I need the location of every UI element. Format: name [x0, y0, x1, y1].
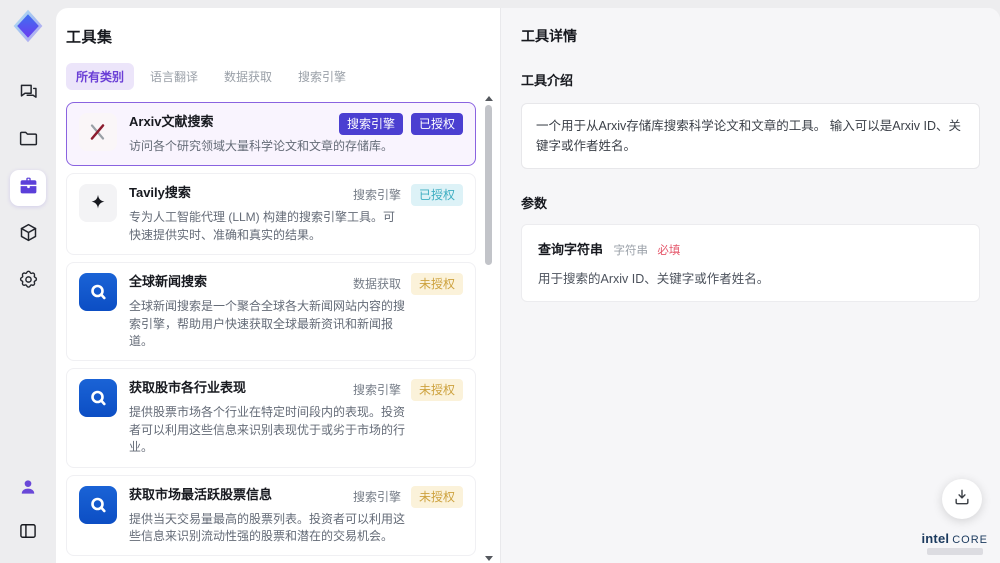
- blue-search-icon: [79, 485, 117, 524]
- intel-watermark: [926, 548, 983, 555]
- tool-title: 获取股市各行业表现: [129, 380, 247, 396]
- folder-icon: [18, 128, 39, 154]
- sidebar-item-chat[interactable]: [10, 76, 46, 112]
- tool-category-badge: 搜索引擎: [352, 383, 401, 398]
- core-brand-text: CORE: [952, 534, 988, 546]
- tool-detail-pane: 工具详情 工具介绍 一个用于从Arxiv存储库搜索科学论文和文章的工具。 输入可…: [500, 8, 1000, 563]
- tool-status-badge: 未授权: [410, 485, 463, 508]
- tool-badges: 搜索引擎 未授权: [352, 379, 463, 402]
- detail-title: 工具详情: [521, 28, 577, 44]
- rail-nav: [10, 76, 46, 300]
- tool-card-head: 全球新闻搜索 数据获取 未授权: [129, 273, 463, 296]
- tool-card-head: Arxiv文献搜索 搜索引擎 已授权: [129, 113, 463, 135]
- tool-badges: 搜索引擎 已授权: [338, 113, 463, 135]
- tool-category-badge: 数据获取: [352, 277, 401, 292]
- tool-list-pane: 工具集 所有类别 语言翻译 数据获取 搜索引擎 Arxiv文献搜索 搜索引擎 已授权 …: [56, 8, 500, 563]
- app-logo-icon: [10, 8, 46, 44]
- blue-search-icon: [79, 273, 117, 312]
- tool-badges: 数据获取 未授权: [352, 273, 463, 296]
- sidebar-item-cube[interactable]: [10, 217, 46, 253]
- page-title: 工具集: [66, 29, 113, 46]
- tool-description: 全球新闻搜索是一个聚合全球各大新闻网站内容的搜索引擎，帮助用户快速获取全球最新资…: [129, 299, 406, 348]
- briefcase-icon: [18, 175, 39, 201]
- cube-icon: [18, 222, 39, 248]
- tool-card-body: 全球新闻搜索 数据获取 未授权 全球新闻搜索是一个聚合全球各大新闻网站内容的搜索…: [129, 273, 463, 350]
- sidebar-item-gear[interactable]: [10, 264, 46, 300]
- tool-card[interactable]: Tavily搜索 搜索引擎 已授权 专为人工智能代理 (LLM) 构建的搜索引擎…: [66, 173, 476, 256]
- tool-intro-text: 一个用于从Arxiv存储库搜索科学论文和文章的工具。 输入可以是Arxiv ID…: [521, 103, 980, 169]
- rail-bottom: [10, 471, 46, 551]
- params-heading: 参数: [521, 196, 548, 211]
- parameter-head: 查询字符串 字符串 必填: [538, 239, 963, 259]
- tool-status-badge: 未授权: [410, 379, 463, 402]
- tool-card[interactable]: 获取市场最活跃股票信息 搜索引擎 未授权 提供当天交易量最高的股票列表。投资者可…: [66, 474, 476, 557]
- tool-card-body: Tavily搜索 搜索引擎 已授权 专为人工智能代理 (LLM) 构建的搜索引擎…: [129, 184, 463, 244]
- tool-description: 提供当天交易量最高的股票列表。投资者可以利用这些信息来识别流动性强的股票和潜在的…: [129, 511, 406, 543]
- tool-description: 提供股票市场各个行业在特定时间段内的表现。投资者可以利用这些信息来识别表现优于或…: [129, 405, 406, 455]
- tool-status-badge: 已授权: [410, 113, 463, 135]
- scrollbar-thumb[interactable]: [485, 105, 492, 265]
- parameter-card: 查询字符串 字符串 必填 用于搜索的Arxiv ID、关键字或作者姓名。: [521, 224, 980, 302]
- panel-icon: [18, 521, 38, 546]
- blue-search-icon: [79, 379, 117, 418]
- tab-data[interactable]: 数据获取: [214, 63, 282, 90]
- tool-list: Arxiv文献搜索 搜索引擎 已授权 访问各个研究领域大量科学论文和文章的存储库…: [66, 102, 476, 563]
- download-icon: [952, 487, 972, 512]
- tool-card-head: Tavily搜索 搜索引擎 已授权: [129, 184, 463, 207]
- tool-card[interactable]: 全球新闻搜索 数据获取 未授权 全球新闻搜索是一个聚合全球各大新闻网站内容的搜索…: [66, 262, 476, 362]
- tool-card[interactable]: 获取股市各行业表现 搜索引擎 未授权 提供股票市场各个行业在特定时间段内的表现。…: [66, 368, 476, 468]
- parameter-type: 字符串: [613, 245, 648, 257]
- app-window: 工具集 所有类别 语言翻译 数据获取 搜索引擎 Arxiv文献搜索 搜索引擎 已授权 …: [0, 0, 1000, 563]
- tab-search[interactable]: 搜索引擎: [288, 63, 356, 90]
- intel-brand-text: intel: [921, 531, 950, 546]
- sidebar-item-panel[interactable]: [10, 515, 46, 551]
- left-icon-rail: [0, 0, 56, 563]
- tool-status-badge: 已授权: [410, 184, 463, 207]
- tab-all[interactable]: 所有类别: [66, 63, 135, 90]
- gear-icon: [18, 269, 39, 295]
- tool-badges: 搜索引擎 未授权: [352, 485, 463, 508]
- main-content: 工具集 所有类别 语言翻译 数据获取 搜索引擎 Arxiv文献搜索 搜索引擎 已授权 …: [56, 8, 1000, 563]
- arxiv-logo-icon: [79, 113, 117, 151]
- download-button[interactable]: [942, 479, 982, 519]
- chat-icon: [18, 81, 39, 107]
- scrollbar-up-arrow[interactable]: [485, 96, 493, 101]
- user-icon: [18, 477, 38, 502]
- list-scrollbar[interactable]: [484, 96, 494, 561]
- parameter-description: 用于搜索的Arxiv ID、关键字或作者姓名。: [538, 272, 770, 286]
- category-tabs: 所有类别 语言翻译 数据获取 搜索引擎: [66, 63, 476, 90]
- tool-category-badge: 搜索引擎: [338, 113, 403, 135]
- tool-description: 访问各个研究领域大量科学论文和文章的存储库。: [129, 139, 394, 153]
- tavily-star-icon: [79, 184, 117, 223]
- tool-title: Tavily搜索: [129, 185, 191, 201]
- tool-description: 专为人工智能代理 (LLM) 构建的搜索引擎工具。可快速提供实时、准确和真实的结…: [129, 210, 396, 242]
- tool-card-body: 获取市场最活跃股票信息 搜索引擎 未授权 提供当天交易量最高的股票列表。投资者可…: [129, 485, 463, 546]
- sidebar-item-briefcase[interactable]: [10, 170, 46, 206]
- tool-badges: 搜索引擎 已授权: [352, 184, 463, 207]
- tool-card[interactable]: Arxiv文献搜索 搜索引擎 已授权 访问各个研究领域大量科学论文和文章的存储库…: [66, 102, 476, 167]
- tool-card-body: 获取股市各行业表现 搜索引擎 未授权 提供股票市场各个行业在特定时间段内的表现。…: [129, 379, 463, 456]
- tab-translate[interactable]: 语言翻译: [140, 63, 208, 90]
- tool-status-badge: 未授权: [410, 273, 463, 296]
- tool-category-badge: 搜索引擎: [352, 188, 401, 203]
- intel-core-logo: intel CORE: [921, 531, 988, 555]
- parameter-name: 查询字符串: [538, 242, 604, 257]
- tool-title: Arxiv文献搜索: [129, 114, 214, 129]
- scrollbar-down-arrow[interactable]: [485, 556, 493, 561]
- tool-title: 获取市场最活跃股票信息: [129, 486, 273, 502]
- tool-card-body: Arxiv文献搜索 搜索引擎 已授权 访问各个研究领域大量科学论文和文章的存储库…: [129, 113, 463, 155]
- sidebar-item-user[interactable]: [10, 471, 46, 507]
- tool-category-badge: 搜索引擎: [352, 489, 401, 504]
- parameter-required-badge: 必填: [657, 245, 681, 257]
- intro-heading: 工具介绍: [521, 73, 574, 88]
- tool-title: 全球新闻搜索: [129, 274, 208, 290]
- tool-card-head: 获取股市各行业表现 搜索引擎 未授权: [129, 379, 463, 402]
- sidebar-item-folder[interactable]: [10, 123, 46, 159]
- tool-card-head: 获取市场最活跃股票信息 搜索引擎 未授权: [129, 485, 463, 508]
